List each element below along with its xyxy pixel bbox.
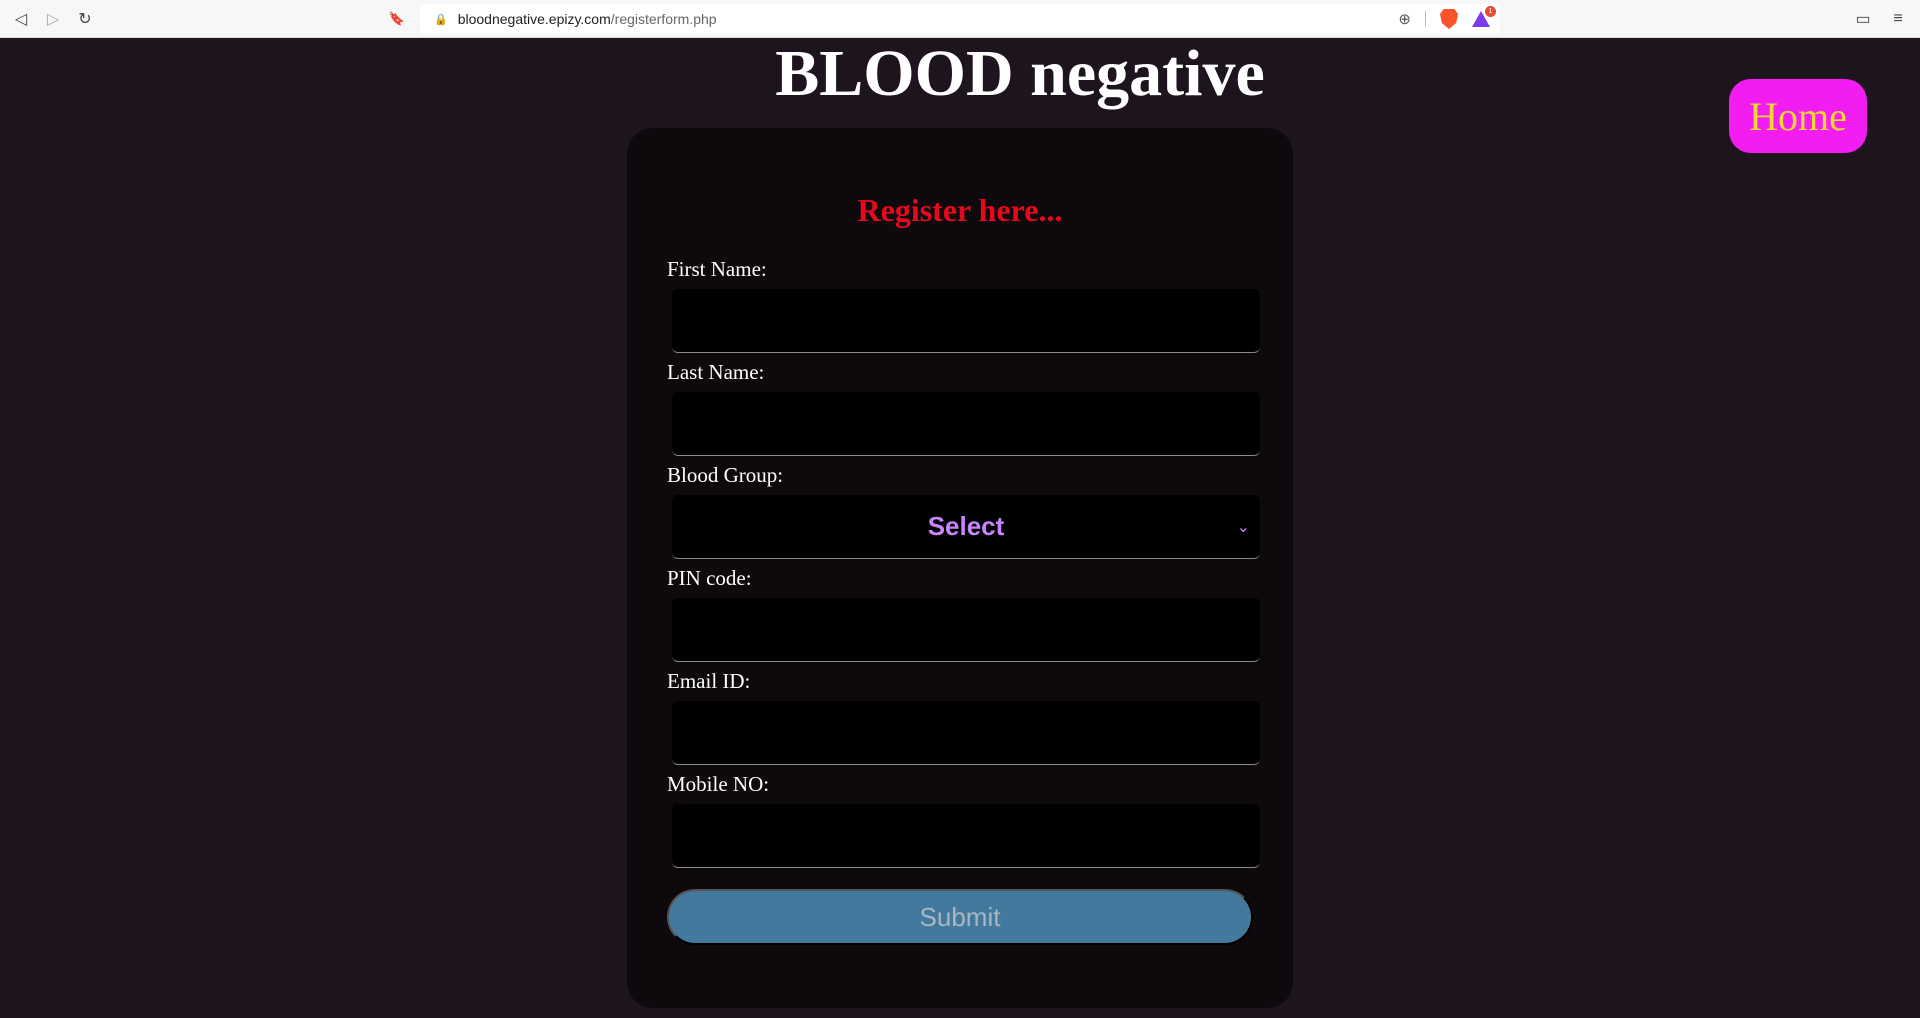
lock-icon: 🔒 bbox=[434, 13, 448, 26]
forward-icon[interactable]: ▷ bbox=[42, 8, 64, 30]
last-name-label: Last Name: bbox=[667, 360, 765, 384]
url-text: bloodnegative.epizy.com/registerform.php bbox=[457, 11, 717, 27]
menu-icon[interactable]: ≡ bbox=[1887, 8, 1909, 30]
pin-code-label: PIN code: bbox=[667, 566, 752, 590]
blood-group-selected-value: Select bbox=[927, 511, 1005, 541]
first-name-input[interactable] bbox=[672, 289, 1260, 353]
zoom-icon[interactable]: ⊕ bbox=[1398, 10, 1411, 28]
home-button[interactable]: Home bbox=[1729, 79, 1867, 153]
email-input[interactable] bbox=[672, 701, 1260, 765]
blood-group-select[interactable]: Select ⌄ bbox=[672, 495, 1260, 559]
brave-shields-icon[interactable] bbox=[1440, 9, 1458, 29]
submit-button[interactable]: Submit bbox=[667, 889, 1253, 945]
reload-icon[interactable]: ↻ bbox=[74, 8, 96, 30]
rewards-badge: 1 bbox=[1485, 6, 1496, 17]
address-bar[interactable]: 🔒 bloodnegative.epizy.com/registerform.p… bbox=[420, 4, 1500, 34]
form-heading: Register here... bbox=[857, 192, 1063, 228]
email-label: Email ID: bbox=[667, 669, 751, 693]
chevron-down-icon: ⌄ bbox=[1236, 519, 1250, 536]
divider bbox=[1425, 11, 1426, 27]
back-icon[interactable]: ◁ bbox=[10, 8, 32, 30]
browser-toolbar: ◁ ▷ ↻ 🔖 🔒 bloodnegative.epizy.com/regist… bbox=[0, 0, 1920, 38]
page-title: BLOOD negative bbox=[775, 37, 1265, 110]
brave-rewards-icon[interactable]: 1 bbox=[1472, 6, 1496, 27]
mobile-input[interactable] bbox=[672, 804, 1260, 868]
pin-code-input[interactable] bbox=[672, 598, 1260, 662]
blood-group-label: Blood Group: bbox=[667, 463, 784, 487]
wallet-icon[interactable]: ▭ bbox=[1852, 8, 1874, 30]
mobile-label: Mobile NO: bbox=[667, 772, 770, 796]
bookmark-icon[interactable]: 🔖 bbox=[386, 8, 408, 30]
first-name-label: First Name: bbox=[667, 257, 767, 281]
last-name-input[interactable] bbox=[672, 392, 1260, 456]
